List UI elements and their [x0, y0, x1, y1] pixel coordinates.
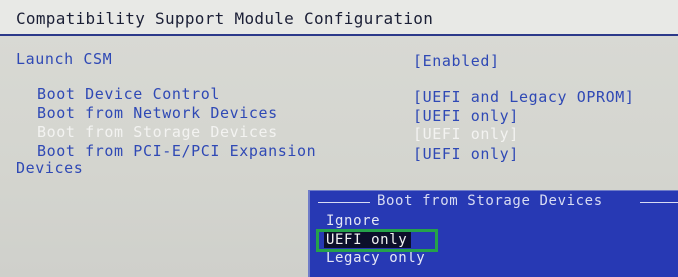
header-divider	[0, 34, 678, 36]
setting-value-boot-device-control[interactable]: [UEFI and Legacy OPROM]	[413, 88, 635, 106]
popup-title-rule-left	[318, 202, 370, 203]
setting-value-launch-csm[interactable]: [Enabled]	[413, 52, 500, 70]
popup-title-rule-right	[640, 202, 678, 203]
bios-screen: Compatibility Support Module Configurati…	[0, 0, 678, 277]
setting-label-boot-device-control[interactable]: Boot Device Control	[37, 85, 220, 103]
setting-label-boot-pcie[interactable]: Boot from PCI-E/PCI Expansion	[37, 142, 316, 160]
popup-title: Boot from Storage Devices	[377, 193, 603, 209]
popup-option-ignore[interactable]: Ignore	[326, 213, 380, 229]
setting-value-boot-storage[interactable]: [UEFI only]	[413, 125, 519, 143]
setting-label-boot-storage[interactable]: Boot from Storage Devices	[37, 123, 278, 141]
setting-value-boot-network[interactable]: [UEFI only]	[413, 107, 519, 125]
setting-value-boot-pcie[interactable]: [UEFI only]	[413, 145, 519, 163]
popup-option-legacy-only[interactable]: Legacy only	[326, 250, 425, 266]
header-bar: Compatibility Support Module Configurati…	[0, 0, 678, 34]
setting-label-launch-csm[interactable]: Launch CSM	[16, 50, 112, 68]
annotation-highlight-box	[316, 229, 438, 252]
page-title: Compatibility Support Module Configurati…	[16, 9, 434, 28]
setting-label-boot-pcie-cont[interactable]: Devices	[16, 159, 83, 177]
setting-label-boot-network[interactable]: Boot from Network Devices	[37, 104, 278, 122]
